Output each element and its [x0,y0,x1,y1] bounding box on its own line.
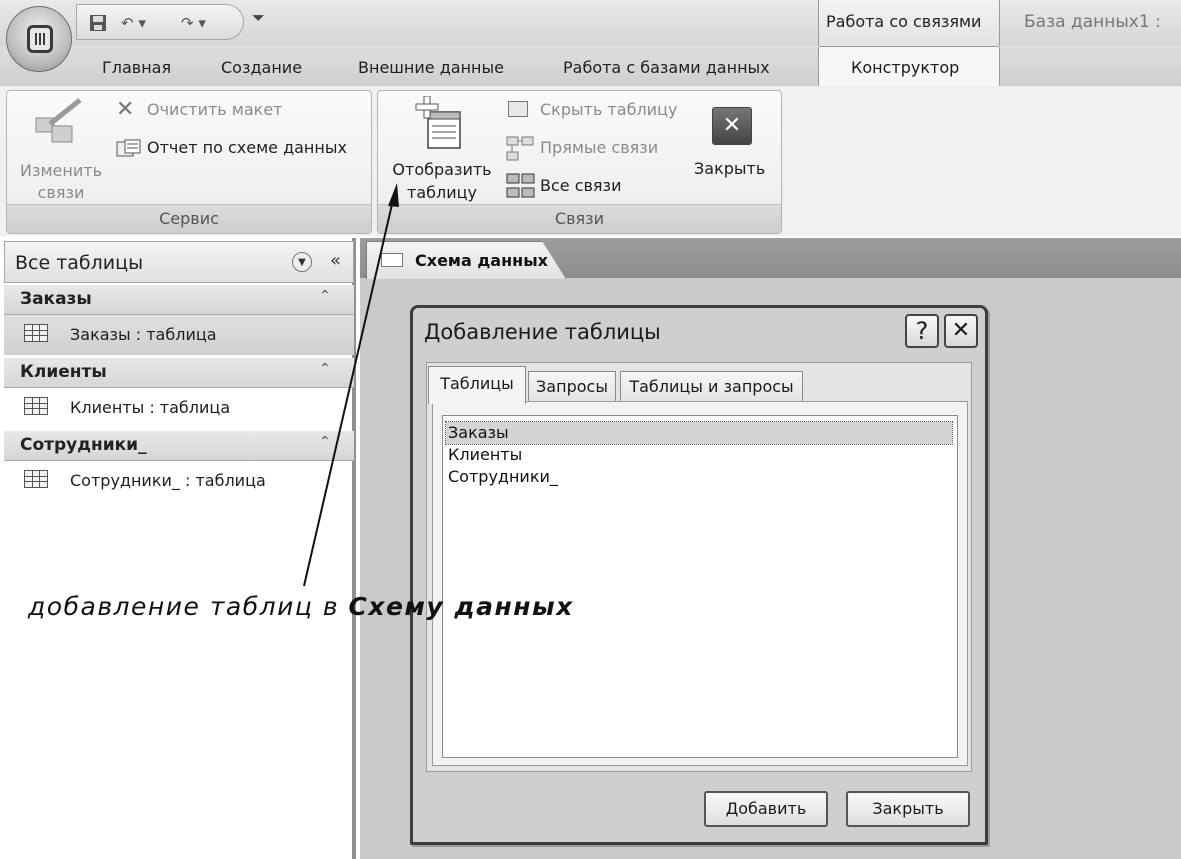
annotation-caption: добавление таблиц в Схему данных [28,592,574,621]
show-table-label-2: таблицу [407,183,477,202]
all-links-button[interactable]: Все связи [540,176,621,195]
tab-design[interactable]: Конструктор [818,46,1000,88]
office-button[interactable] [6,6,72,72]
edit-links-icon [30,96,86,152]
tab-database-tools[interactable]: Работа с базами данных [563,58,770,77]
close-relations-icon: ✕ [712,107,752,145]
edit-links-label-2: связи [37,183,85,202]
table-icon [24,470,48,488]
tab-queries[interactable]: Запросы [528,371,616,402]
clear-layout-button[interactable]: Очистить макет [147,100,283,119]
nav-pane-title: Все таблицы [15,252,144,274]
direct-links-button[interactable]: Прямые связи [540,138,658,157]
relationships-icon [381,253,403,267]
report-icon [116,139,142,163]
table-icon [24,397,48,415]
list-item[interactable]: Сотрудники_ [446,466,952,488]
show-table-button[interactable]: Отобразить таблицу [384,158,500,204]
annotation-bold-text: Схему данных [348,592,574,621]
nav-dropdown-icon[interactable]: ▼ [292,252,312,272]
tab-home[interactable]: Главная [102,58,171,77]
collapse-group-icon[interactable]: ⌃ [319,434,331,450]
dialog-close-icon[interactable]: ✕ [944,314,978,348]
list-item[interactable]: Заказы [445,421,953,445]
report-button[interactable]: Отчет по схеме данных [147,138,347,157]
nav-item-label: Клиенты : таблица [70,398,231,417]
office-logo-icon [27,25,53,53]
table-icon [24,324,48,342]
nav-group-clients[interactable]: Клиенты ⌃ [4,358,354,388]
tab-external-data[interactable]: Внешние данные [358,58,504,77]
nav-item-label: Сотрудники_ : таблица [70,471,266,490]
nav-item-clients-table[interactable]: Клиенты : таблица [4,388,354,428]
tab-tables[interactable]: Таблицы [428,366,526,404]
quick-access-toolbar: ↶ ▾ ↷ ▾ [76,4,244,40]
edit-links-button[interactable]: Изменить связи [15,160,107,204]
nav-group-label: Клиенты [20,362,107,382]
direct-links-icon [506,135,534,167]
hide-table-icon [508,101,528,117]
tab-design-label: Конструктор [851,58,960,77]
nav-group-orders[interactable]: Заказы ⌃ [4,285,354,315]
save-icon[interactable] [89,14,107,32]
close-button[interactable]: Закрыть [846,791,970,827]
collapse-group-icon[interactable]: ⌃ [319,361,331,377]
list-item[interactable]: Клиенты [446,444,952,466]
undo-icon[interactable]: ↶ ▾ [121,14,146,32]
all-links-icon [506,172,536,204]
edit-links-label-1: Изменить [20,161,102,180]
nav-collapse-icon[interactable]: « [330,250,341,271]
tab-create[interactable]: Создание [221,58,302,77]
nav-group-employees[interactable]: Сотрудники_ ⌃ [4,431,354,461]
hide-table-button[interactable]: Скрыть таблицу [540,100,677,119]
nav-item-label: Заказы : таблица [70,325,217,344]
close-relations-button[interactable]: Закрыть [694,159,765,178]
clear-layout-icon: ✕ [116,97,135,122]
nav-group-label: Сотрудники_ [20,435,147,455]
help-button[interactable]: ? [905,314,939,348]
database-title: База данных1 : [1024,12,1161,32]
dialog-title: Добавление таблицы [424,320,661,344]
group-service-label: Сервис [7,204,371,233]
show-table-label-1: Отобразить [392,160,492,179]
tab-tables-and-queries[interactable]: Таблицы и запросы [620,371,803,402]
customize-qat-icon[interactable]: ⏷ [252,8,265,28]
annotation-text: добавление таблиц в [28,592,349,621]
group-links-label: Связи [378,204,781,233]
show-table-icon [414,95,464,156]
contextual-group-title: Работа со связями [826,12,982,31]
nav-group-label: Заказы [20,289,92,309]
nav-item-employees-table[interactable]: Сотрудники_ : таблица [4,461,354,501]
collapse-group-icon[interactable]: ⌃ [319,288,331,304]
tab-relationships[interactable]: Схема данных [366,241,566,279]
add-button[interactable]: Добавить [704,791,828,827]
redo-icon[interactable]: ↷ ▾ [181,14,206,32]
tab-relationships-label: Схема данных [415,251,548,270]
nav-item-orders-table[interactable]: Заказы : таблица [4,315,354,355]
